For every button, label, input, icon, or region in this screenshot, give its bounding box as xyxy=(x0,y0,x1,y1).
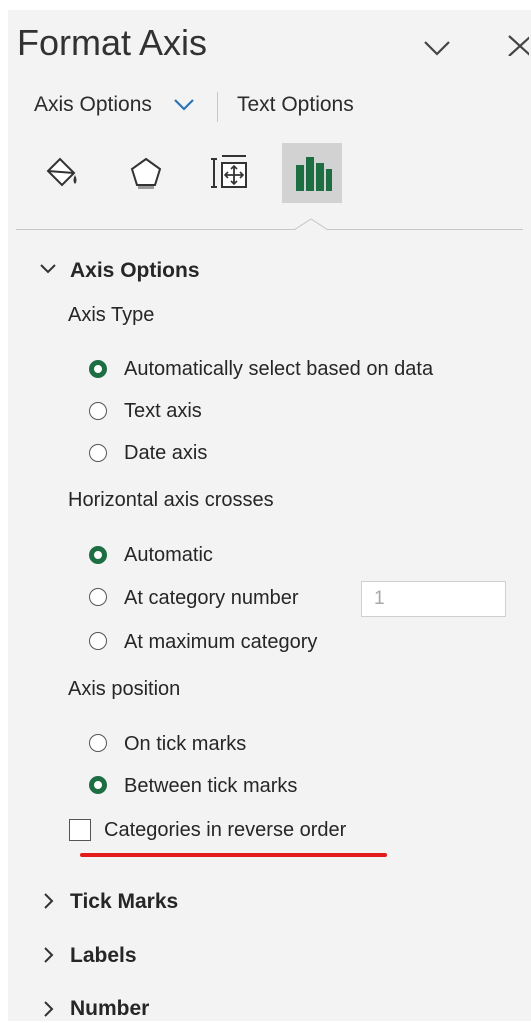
tab-text-options-label: Text Options xyxy=(237,93,354,116)
tab-underline xyxy=(16,229,523,230)
pane-title: Format Axis xyxy=(17,22,208,63)
icon-tab-size-properties[interactable] xyxy=(198,143,258,203)
chevron-right-icon xyxy=(44,947,54,963)
radio-crosses-automatic-label[interactable]: Automatic xyxy=(124,544,213,567)
radio-crosses-automatic[interactable] xyxy=(89,546,107,564)
radio-date-axis-label[interactable]: Date axis xyxy=(124,442,207,465)
effects-icon xyxy=(130,157,162,189)
radio-at-maximum-category-label[interactable]: At maximum category xyxy=(124,631,317,654)
tab-axis-options[interactable]: Axis Options xyxy=(34,93,152,117)
radio-text-axis[interactable] xyxy=(89,402,107,420)
chevron-down-icon xyxy=(174,99,194,111)
section-labels-title[interactable]: Labels xyxy=(70,944,137,968)
section-number-title[interactable]: Number xyxy=(70,997,149,1021)
size-properties-icon xyxy=(211,155,247,188)
tab-text-options[interactable]: Text Options xyxy=(237,93,354,117)
radio-auto-select-label[interactable]: Automatically select based on data xyxy=(124,358,433,381)
chevron-right-icon xyxy=(44,893,54,909)
tab-axis-options-label: Axis Options xyxy=(34,93,152,116)
section-axis-options-title[interactable]: Axis Options xyxy=(70,259,200,283)
chevron-down-icon xyxy=(40,264,56,274)
radio-between-tick-marks[interactable] xyxy=(89,776,107,794)
icon-tab-axis-options[interactable] xyxy=(282,143,342,203)
section-labels-toggle[interactable] xyxy=(43,946,55,969)
icon-tab-effects[interactable] xyxy=(114,143,174,203)
tab-separator xyxy=(217,92,218,122)
section-tick-marks-title[interactable]: Tick Marks xyxy=(70,890,178,914)
close-button[interactable] xyxy=(507,32,531,62)
icon-tab-fill-line[interactable] xyxy=(30,143,90,203)
axis-options-icon xyxy=(296,157,332,191)
close-icon xyxy=(508,35,531,57)
axis-type-label: Axis Type xyxy=(68,304,155,326)
radio-on-tick-marks[interactable] xyxy=(89,734,107,752)
horizontal-axis-crosses-label: Horizontal axis crosses xyxy=(68,489,274,511)
section-number-toggle[interactable] xyxy=(43,1000,55,1023)
radio-date-axis[interactable] xyxy=(89,444,107,462)
section-axis-options-toggle[interactable] xyxy=(39,262,57,280)
radio-between-tick-marks-label[interactable]: Between tick marks xyxy=(124,775,297,798)
radio-auto-select[interactable] xyxy=(89,360,107,378)
axis-options-dropdown[interactable] xyxy=(173,98,195,117)
radio-on-tick-marks-label[interactable]: On tick marks xyxy=(124,733,246,756)
category-number-input[interactable]: 1 xyxy=(361,581,506,617)
radio-text-axis-label[interactable]: Text axis xyxy=(124,400,202,423)
chevron-down-icon xyxy=(424,41,450,56)
task-pane-options-button[interactable] xyxy=(423,33,451,63)
active-tab-notch xyxy=(293,218,329,236)
axis-position-label: Axis position xyxy=(68,678,181,700)
radio-at-category-number-label[interactable]: At category number xyxy=(124,587,299,610)
radio-at-category-number[interactable] xyxy=(89,588,107,606)
radio-at-maximum-category[interactable] xyxy=(89,632,107,650)
reverse-order-checkbox[interactable] xyxy=(69,819,91,841)
chevron-right-icon xyxy=(44,1001,54,1017)
reverse-order-label[interactable]: Categories in reverse order xyxy=(104,819,346,842)
annotation-red-underline xyxy=(80,853,387,857)
section-tick-marks-toggle[interactable] xyxy=(43,892,55,915)
fill-line-icon xyxy=(46,157,77,187)
